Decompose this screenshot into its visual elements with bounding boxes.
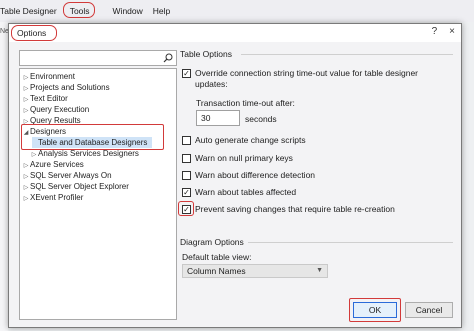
diagram-options-divider — [248, 242, 453, 243]
tree-item-label: SQL Server Always On — [30, 171, 112, 180]
override-timeout-row[interactable]: ✓ Override connection string time-out va… — [182, 68, 450, 89]
warn-null-pk-row[interactable]: Warn on null primary keys — [182, 153, 293, 164]
menu-table-designer[interactable]: Table Designer — [0, 6, 57, 16]
highlight-ring-prevent-saving — [178, 201, 194, 216]
override-timeout-label: Override connection string time-out valu… — [195, 68, 419, 89]
default-view-label: Default table view: — [182, 252, 252, 262]
highlight-ring-title — [11, 25, 57, 41]
menu-help[interactable]: Help — [153, 6, 170, 16]
tree-item-label: Environment — [30, 72, 75, 81]
auto-generate-row[interactable]: Auto generate change scripts — [182, 135, 306, 146]
tree-item-label: SQL Server Object Explorer — [30, 182, 129, 191]
chevron-down-icon: ▼ — [316, 267, 323, 274]
search-input[interactable] — [19, 50, 177, 66]
default-view-select[interactable]: Column Names ▼ — [182, 264, 328, 278]
timeout-label: Transaction time-out after: — [196, 98, 295, 108]
highlight-ring-ok — [349, 298, 401, 322]
auto-generate-checkbox[interactable] — [182, 136, 191, 145]
timeout-input[interactable]: 30 — [196, 110, 240, 126]
tree-item-environment[interactable]: ▷ Environment — [22, 71, 75, 82]
background-panel: New — [0, 22, 14, 331]
warn-null-pk-checkbox[interactable] — [182, 154, 191, 163]
tree-item-label: Azure Services — [30, 160, 84, 169]
prevent-saving-row[interactable]: ✓ Prevent saving changes that require ta… — [182, 204, 395, 215]
tree-item-sql-server-object-explorer[interactable]: ▷ SQL Server Object Explorer — [22, 181, 129, 192]
dialog-titlebar: Options ? × — [9, 24, 461, 42]
close-button[interactable]: × — [449, 26, 455, 37]
table-options-header: Table Options — [180, 49, 232, 59]
expand-arrow-icon[interactable]: ▷ — [22, 194, 30, 205]
auto-generate-label: Auto generate change scripts — [195, 135, 306, 145]
tree-item-label: Text Editor — [30, 94, 68, 103]
menu-tools[interactable]: Tools — [62, 2, 103, 18]
warn-tables-affected-label: Warn about tables affected — [195, 187, 297, 197]
tree-item-label: XEvent Profiler — [30, 193, 84, 202]
help-button[interactable]: ? — [432, 26, 438, 37]
tree-item-label: Query Execution — [30, 105, 90, 114]
warn-difference-checkbox[interactable] — [182, 171, 191, 180]
warn-difference-label: Warn about difference detection — [195, 170, 316, 180]
tree-item-projects-and-solutions[interactable]: ▷ Projects and Solutions — [22, 82, 110, 93]
warn-tables-affected-checkbox[interactable]: ✓ — [182, 188, 191, 197]
diagram-options-header: Diagram Options — [180, 237, 244, 247]
tree-item-sql-server-always-on[interactable]: ▷ SQL Server Always On — [22, 170, 112, 181]
highlight-ring-designers — [21, 124, 164, 150]
tree-item-text-editor[interactable]: ▷ Text Editor — [22, 93, 68, 104]
table-options-divider — [241, 54, 453, 55]
dialog-title: Options — [11, 25, 57, 41]
menu-bar: Table Designer Tools Window Help — [0, 0, 474, 22]
default-view-value: Column Names — [187, 266, 246, 276]
options-dialog: Options ? × ▷ Environment ▷ Projects and S… — [8, 23, 462, 328]
menu-window[interactable]: Window — [113, 6, 143, 16]
cancel-button[interactable]: Cancel — [405, 302, 453, 318]
warn-difference-row[interactable]: Warn about difference detection — [182, 170, 315, 181]
tree-item-xevent-profiler[interactable]: ▷ XEvent Profiler — [22, 192, 84, 205]
highlight-ring-tools — [62, 2, 95, 18]
warn-tables-affected-row[interactable]: ✓ Warn about tables affected — [182, 187, 296, 198]
timeout-unit: seconds — [245, 114, 277, 124]
search-icon — [163, 53, 173, 63]
prevent-saving-label: Prevent saving changes that require tabl… — [195, 204, 395, 214]
warn-null-pk-label: Warn on null primary keys — [195, 153, 293, 163]
override-timeout-checkbox[interactable]: ✓ — [182, 69, 191, 78]
tree-item-label: Analysis Services Designers — [38, 149, 139, 158]
tree-item-azure-services[interactable]: ▷ Azure Services — [22, 159, 84, 170]
options-tree: ▷ Environment ▷ Projects and Solutions ▷ Te… — [19, 68, 177, 320]
tree-item-label: Projects and Solutions — [30, 83, 110, 92]
tree-item-query-execution[interactable]: ▷ Query Execution — [22, 104, 89, 115]
